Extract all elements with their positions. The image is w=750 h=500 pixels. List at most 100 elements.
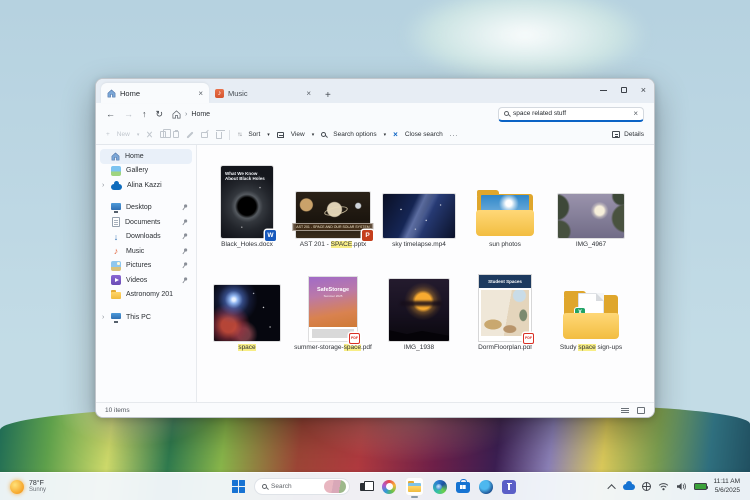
sidebar-item-onedrive[interactable]: › Alina Kazzi: [100, 178, 192, 193]
file-space[interactable]: space: [204, 254, 290, 351]
chevron-down-icon: ▾: [267, 132, 270, 138]
file-dormfloorplan-pdf[interactable]: Student Spaces PDF DormFloorplan.pdf: [462, 254, 548, 351]
sidebar-item-home[interactable]: Home: [100, 149, 192, 164]
wifi-icon[interactable]: [658, 482, 669, 491]
date: 5/6/2025: [714, 487, 741, 495]
file-img-1938[interactable]: IMG_1938: [376, 254, 462, 351]
task-view-button[interactable]: [359, 480, 373, 494]
explorer-search-box[interactable]: space related stuff ×: [498, 107, 644, 122]
sidebar-item-astronomy-201[interactable]: Astronomy 201: [100, 288, 192, 303]
paste-icon[interactable]: [173, 131, 179, 138]
large-thumbnails-view-icon[interactable]: [637, 407, 645, 414]
folder-study-space-sign-ups[interactable]: X Study space sign-ups: [548, 254, 634, 351]
sidebar-item-gallery[interactable]: Gallery: [100, 164, 192, 179]
file-name: IMG_1938: [404, 344, 434, 351]
details-view-icon[interactable]: [621, 407, 629, 414]
tab-music-close-icon[interactable]: ×: [306, 89, 311, 98]
sidebar-item-videos[interactable]: Videos: [100, 273, 192, 288]
search-highlight-image: [324, 480, 346, 493]
sidebar-item-documents[interactable]: Documents: [100, 215, 192, 230]
file-explorer-button[interactable]: [405, 477, 424, 496]
back-button[interactable]: ←: [106, 109, 115, 119]
sidebar-item-music[interactable]: ♪ Music: [100, 244, 192, 259]
microsoft-365-button[interactable]: [479, 480, 493, 494]
toolbar-divider: [229, 130, 230, 140]
refresh-button[interactable]: ↻: [156, 109, 164, 120]
weather-widget[interactable]: 78°F Sunny: [10, 480, 46, 494]
file-ast-201-space-pptx[interactable]: AST 201 - SPACE AND OUR SOLAR SYSTEM P A…: [290, 151, 376, 248]
onedrive-tray-icon[interactable]: [623, 484, 635, 490]
sidebar-label: Astronomy 201: [126, 291, 173, 298]
file-name: DormFloorplan.pdf: [478, 344, 532, 351]
forward-button[interactable]: →: [124, 109, 133, 119]
folder-icon: [111, 290, 121, 300]
tab-music[interactable]: ♪ Music ×: [209, 83, 317, 103]
breadcrumb[interactable]: › Home: [172, 110, 210, 119]
edge-button[interactable]: [433, 480, 447, 494]
file-explorer-window: Home × ♪ Music × + × ← → ↑ ↻ › Hom: [95, 78, 655, 418]
sidebar-item-downloads[interactable]: ↓ Downloads: [100, 230, 192, 245]
folder-sun-photos[interactable]: sun photos: [462, 151, 548, 248]
command-toolbar: + New ▾ ↑↓ Sort ▾ View ▾ Se: [96, 125, 654, 145]
maximize-button[interactable]: [621, 87, 627, 93]
file-name: sun photos: [489, 241, 521, 248]
file-name: space: [238, 344, 255, 351]
sidebar-label: Desktop: [126, 204, 152, 211]
copy-icon[interactable]: [160, 131, 166, 138]
sidebar-label: Pictures: [126, 262, 151, 269]
volume-icon[interactable]: [676, 482, 687, 491]
status-bar: 10 items: [96, 402, 654, 417]
sidebar-item-this-pc[interactable]: › This PC: [100, 310, 192, 325]
moon-photo-thumbnail: [558, 194, 624, 238]
expand-chevron-icon[interactable]: ›: [102, 314, 104, 321]
up-button[interactable]: ↑: [142, 109, 147, 119]
clock[interactable]: 11:11 AM 5/6/2025: [714, 478, 741, 495]
minimize-button[interactable]: [600, 90, 607, 91]
pdf-cover-subtitle: Summer 2025: [309, 294, 357, 298]
more-options-button[interactable]: ...: [450, 131, 458, 138]
doc-cover-title: What We Know About Black Holes: [225, 171, 267, 182]
tab-home[interactable]: Home ×: [101, 83, 209, 103]
details-label: Details: [624, 131, 644, 138]
details-button[interactable]: Details: [612, 131, 644, 138]
pin-icon: [182, 204, 188, 211]
taskbar-search[interactable]: Search: [254, 478, 350, 495]
file-name: sky timelapse.mp4: [392, 241, 446, 248]
rename-icon[interactable]: [186, 131, 194, 139]
taskbar-search-label: Search: [271, 483, 292, 490]
share-icon[interactable]: [201, 131, 209, 138]
sidebar-item-pictures[interactable]: Pictures: [100, 259, 192, 274]
sidebar-item-desktop[interactable]: Desktop: [100, 201, 192, 216]
view-button[interactable]: View ▾: [277, 131, 315, 138]
file-black-holes-docx[interactable]: What We Know About Black Holes W Black_H…: [204, 151, 290, 248]
file-list: What We Know About Black Holes W Black_H…: [197, 145, 654, 402]
new-tab-button[interactable]: +: [325, 90, 331, 103]
battery-icon[interactable]: [694, 483, 707, 490]
view-icon: [277, 132, 284, 138]
new-button[interactable]: + New ▾: [106, 131, 139, 138]
delete-icon[interactable]: [216, 132, 222, 139]
breadcrumb-chevron-icon: ›: [185, 111, 187, 118]
accessibility-tray-icon[interactable]: [642, 482, 651, 491]
file-img-4967[interactable]: IMG_4967: [548, 151, 634, 248]
expand-chevron-icon[interactable]: ›: [102, 182, 104, 189]
tray-overflow-chevron-icon[interactable]: [607, 484, 615, 492]
word-doc-thumbnail: What We Know About Black Holes W: [221, 166, 273, 238]
teams-button[interactable]: [502, 480, 516, 494]
start-button[interactable]: [232, 480, 245, 493]
cut-icon[interactable]: [146, 131, 153, 138]
file-sky-timelapse-mp4[interactable]: sky timelapse.mp4: [376, 151, 462, 248]
tab-home-close-icon[interactable]: ×: [198, 89, 203, 98]
pin-icon: [182, 248, 188, 255]
microsoft-store-button[interactable]: [456, 482, 470, 493]
file-summer-storage-space-pdf[interactable]: SafeStorage Summer 2025 PDF summer-stora…: [290, 254, 376, 351]
copilot-button[interactable]: [382, 480, 396, 494]
clear-search-icon[interactable]: ×: [633, 109, 638, 118]
close-button[interactable]: ×: [641, 86, 646, 95]
downloads-icon: ↓: [111, 232, 121, 242]
pin-icon: [182, 262, 188, 269]
search-options-button[interactable]: Search options ▾: [321, 131, 386, 138]
taskbar: 78°F Sunny Search: [0, 472, 750, 500]
close-search-button[interactable]: × Close search: [393, 130, 443, 139]
sort-button[interactable]: ↑↓ Sort ▾: [237, 131, 269, 138]
